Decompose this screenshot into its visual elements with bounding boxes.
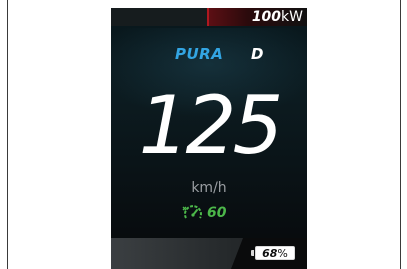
speed-value: 125 — [138, 79, 284, 172]
power-readout: 100kW — [252, 8, 303, 26]
power-unit: kW — [281, 9, 303, 25]
battery-unit: % — [277, 246, 288, 260]
battery-level: 68% — [262, 247, 288, 260]
speed-limit-value: 60 — [207, 205, 227, 221]
speed-limit-icon — [181, 203, 205, 223]
gear-indicator: D — [251, 45, 264, 63]
drive-mode-label: PURA — [175, 45, 224, 63]
frame-border-left — [7, 0, 8, 269]
battery-value: 68 — [262, 246, 278, 260]
power-value: 100 — [251, 9, 282, 25]
speed-limiter: 60 — [181, 203, 226, 223]
power-meter-bar: 100kW — [111, 8, 307, 26]
instrument-cluster: 100kW PURA D 125 km/h 60 68% — [111, 8, 307, 269]
battery-indicator: 68% — [251, 246, 295, 260]
frame-border-right — [400, 0, 401, 269]
speed-unit: km/h — [191, 180, 227, 196]
